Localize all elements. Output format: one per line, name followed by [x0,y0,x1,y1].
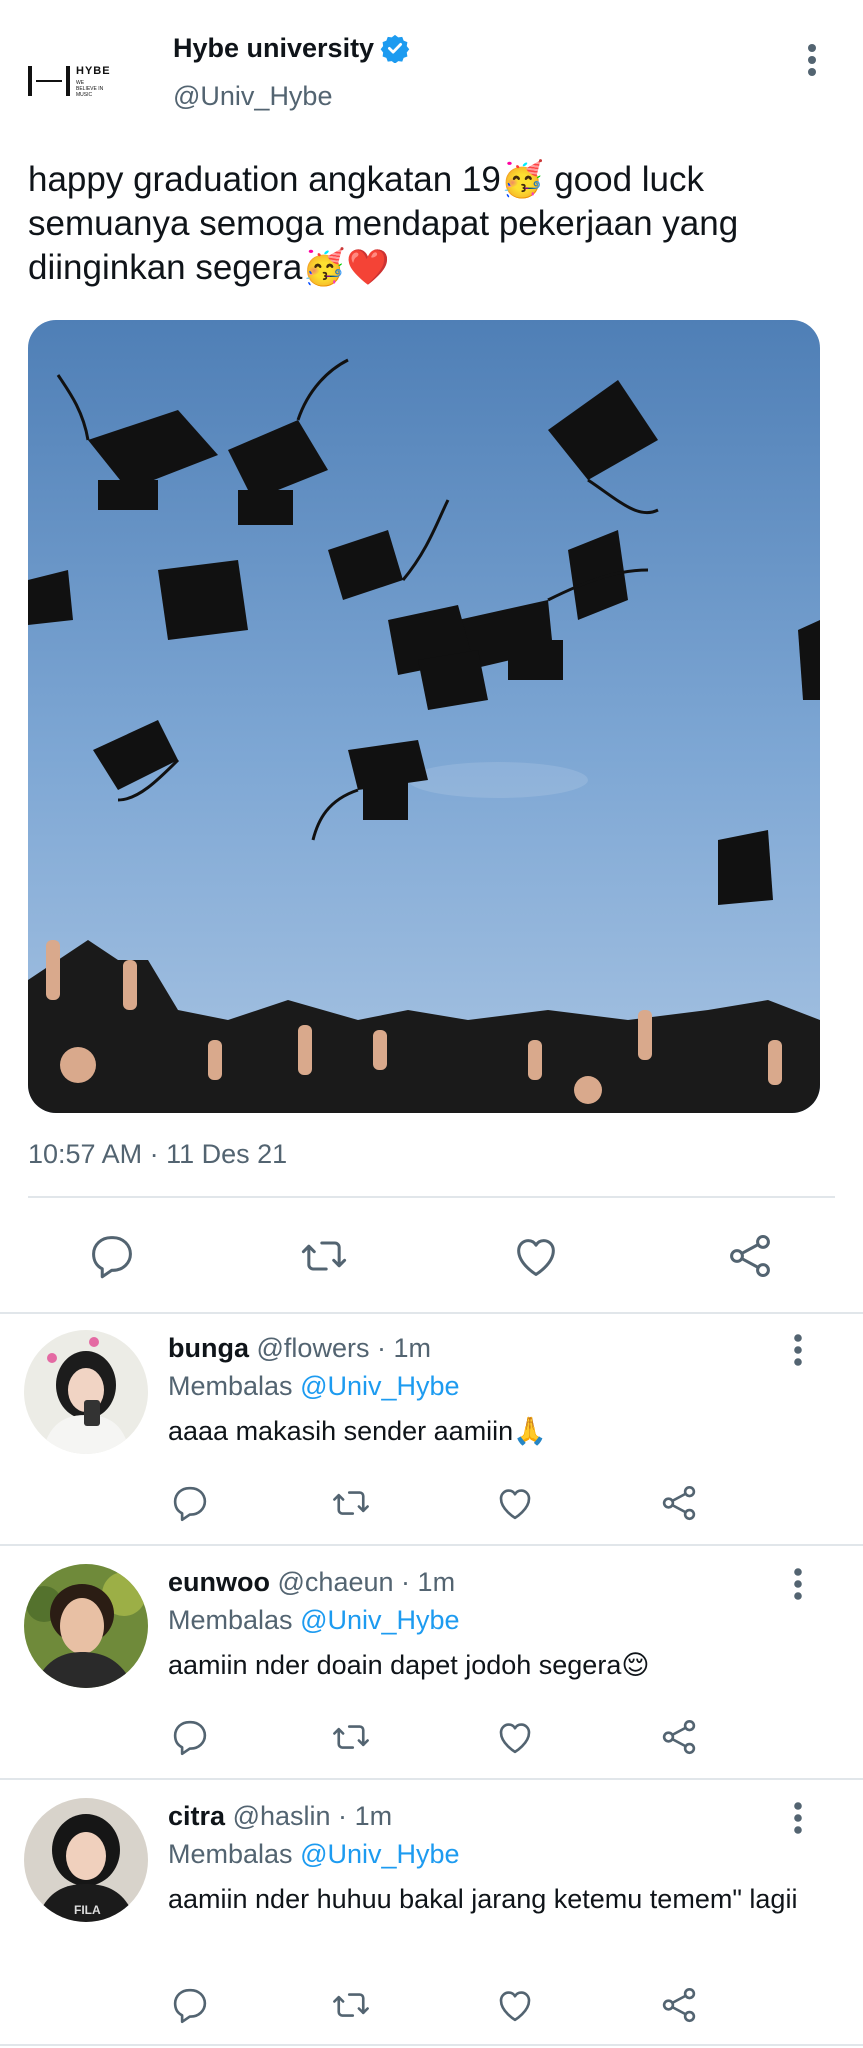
more-options-icon[interactable] [782,1566,814,1602]
reply-item[interactable]: eunwoo @chaeun · 1m Membalas @Univ_Hybe … [0,1564,863,1764]
replying-prefix: Membalas [168,1839,293,1869]
tweet-timestamp[interactable]: 10:57 AM · 11 Des 21 [28,1136,287,1172]
reply-item[interactable]: FILA citra @haslin · 1m Membalas @Univ_H… [0,1798,863,2048]
tweet-text-line: semuanya semoga mendapat pekerjaan yang [28,204,739,243]
reply-item[interactable]: bunga @flowers · 1m Membalas @Univ_Hybe … [0,1330,863,1530]
replying-prefix: Membalas [168,1605,293,1635]
replying-prefix: Membalas [168,1371,293,1401]
author-name-text[interactable]: Hybe university [173,30,374,66]
reply-meta: eunwoo @chaeun · 1m [168,1564,455,1600]
tweet-action-bar [0,1222,863,1292]
like-icon[interactable] [510,1230,562,1282]
retweet-icon[interactable] [330,1984,372,2026]
section-divider [0,1544,863,1546]
replying-to: Membalas @Univ_Hybe [168,1602,460,1638]
separator: · [376,1333,386,1363]
mention-link[interactable]: @Univ_Hybe [300,1839,459,1869]
reply-author-name[interactable]: eunwoo [168,1567,270,1597]
like-icon[interactable] [494,1482,536,1524]
avatar[interactable] [24,1330,148,1454]
share-icon[interactable] [658,1482,700,1524]
divider [28,1196,835,1198]
mention-link[interactable]: @Univ_Hybe [300,1371,459,1401]
reply-icon[interactable] [169,1482,211,1524]
logo-wordmark: HYBE [76,65,111,77]
reply-action-bar [0,1482,863,1530]
author-handle[interactable]: @Univ_Hybe [173,78,332,114]
more-options-icon[interactable] [782,1800,814,1836]
reply-meta: bunga @flowers · 1m [168,1330,431,1366]
more-options-icon[interactable] [796,40,828,80]
tweet-media-image[interactable] [28,320,820,1113]
avatar[interactable] [24,1564,148,1688]
replying-to: Membalas @Univ_Hybe [168,1836,460,1872]
svg-text:FILA: FILA [74,1903,101,1917]
like-icon[interactable] [494,1716,536,1758]
reply-author-handle[interactable]: @flowers [257,1333,370,1363]
avatar[interactable]: FILA [24,1798,148,1922]
tweet-text-line: happy graduation angkatan 19🥳 good luck [28,160,705,199]
reply-author-handle[interactable]: @haslin [233,1801,331,1831]
separator: · [401,1567,411,1597]
like-icon[interactable] [494,1984,536,2026]
reply-author-name[interactable]: citra [168,1801,225,1831]
more-options-icon[interactable] [782,1332,814,1368]
tweet-header: HYBE WE BELIEVE IN MUSIC Hybe university… [0,0,863,130]
section-divider [0,1778,863,1780]
reply-icon[interactable] [169,1716,211,1758]
reply-text: aaaa makasih sender aamiin🙏 [168,1416,547,1446]
reply-time[interactable]: 1m [418,1567,456,1597]
mention-link[interactable]: @Univ_Hybe [300,1605,459,1635]
separator: · [338,1801,348,1831]
share-icon[interactable] [658,1716,700,1758]
reply-author-handle[interactable]: @chaeun [278,1567,394,1597]
reply-action-bar [0,1984,863,2032]
reply-icon[interactable] [169,1984,211,2026]
reply-time[interactable]: 1m [355,1801,393,1831]
retweet-icon[interactable] [330,1716,372,1758]
reply-text: aamiin nder huhuu bakal jarang ketemu te… [168,1884,798,1914]
tweet-text-line: diinginkan segera🥳❤️ [28,248,390,287]
reply-text: aamiin nder doain dapet jodoh segera😌 [168,1650,650,1680]
share-icon[interactable] [658,1984,700,2026]
reply-time[interactable]: 1m [393,1333,431,1363]
reply-icon[interactable] [86,1230,138,1282]
reply-action-bar [0,1716,863,1764]
author-name[interactable]: Hybe university [173,30,410,66]
tweet-text: happy graduation angkatan 19🥳 good luck … [28,158,838,290]
verified-badge-icon [380,33,410,64]
section-divider [0,1312,863,1314]
reply-meta: citra @haslin · 1m [168,1798,392,1834]
hybe-logo[interactable]: HYBE WE BELIEVE IN MUSIC [28,58,146,104]
reply-author-name[interactable]: bunga [168,1333,249,1363]
retweet-icon[interactable] [330,1482,372,1524]
share-icon[interactable] [724,1230,776,1282]
svg-text:MUSIC: MUSIC [76,92,93,98]
replying-to: Membalas @Univ_Hybe [168,1368,460,1404]
retweet-icon[interactable] [298,1230,350,1282]
section-divider [0,2044,863,2046]
